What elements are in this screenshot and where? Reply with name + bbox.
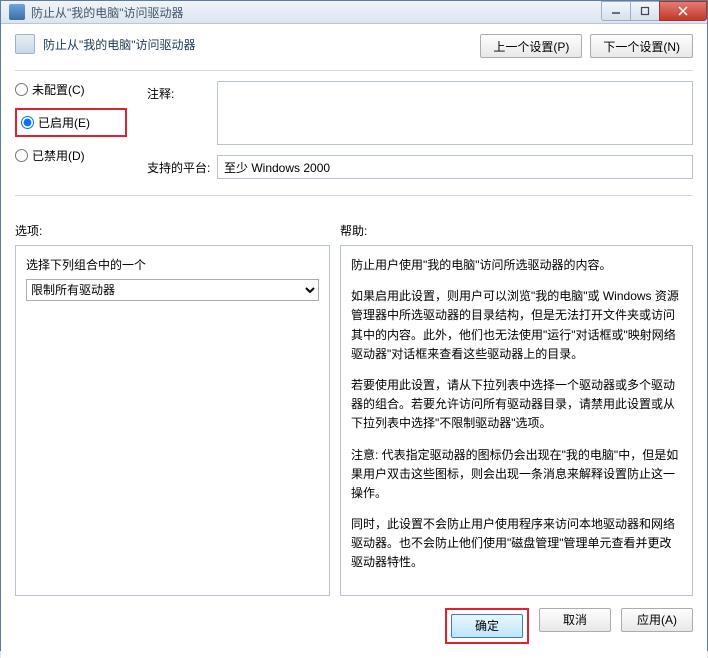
radio-not-configured-input[interactable] — [15, 83, 28, 96]
help-panel[interactable]: 防止用户使用"我的电脑"访问所选驱动器的内容。 如果启用此设置，则用户可以浏览"… — [340, 245, 693, 596]
ok-highlight: 确定 — [445, 608, 529, 644]
options-panel: 选择下列组合中的一个 限制所有驱动器 — [15, 245, 330, 596]
config-area: 未配置(C) 已启用(E) 已禁用(D) 注释: — [15, 81, 693, 189]
content-area: 防止从"我的电脑"访问驱动器 上一个设置(P) 下一个设置(N) 未配置(C) … — [1, 24, 707, 658]
combo-label: 选择下列组合中的一个 — [26, 256, 319, 273]
fields-column: 注释: 支持的平台: 至少 Windows 2000 — [147, 81, 693, 189]
header-row: 防止从"我的电脑"访问驱动器 上一个设置(P) 下一个设置(N) — [15, 34, 693, 58]
help-text: 注意: 代表指定驱动器的图标仍会出现在"我的电脑"中，但是如果用户双击这些图标，… — [351, 446, 682, 504]
radio-disabled-input[interactable] — [15, 149, 28, 162]
radio-enabled[interactable]: 已启用(E) — [21, 114, 125, 131]
prev-setting-button[interactable]: 上一个设置(P) — [480, 34, 582, 58]
panels: 选择下列组合中的一个 限制所有驱动器 防止用户使用"我的电脑"访问所选驱动器的内… — [15, 245, 693, 596]
comment-row: 注释: — [147, 81, 693, 145]
radio-column: 未配置(C) 已启用(E) 已禁用(D) — [15, 81, 127, 189]
help-text: 若要使用此设置，请从下拉列表中选择一个驱动器或多个驱动器的组合。若要允许访问所有… — [351, 376, 682, 434]
platform-row: 支持的平台: 至少 Windows 2000 — [147, 155, 693, 179]
divider — [15, 70, 693, 71]
titlebar[interactable]: 防止从"我的电脑"访问驱动器 — [1, 1, 707, 24]
radio-not-configured-label: 未配置(C) — [32, 81, 85, 98]
close-button[interactable] — [659, 1, 707, 21]
comment-label: 注释: — [147, 81, 217, 145]
window-controls — [602, 1, 707, 23]
cancel-button[interactable]: 取消 — [539, 608, 611, 632]
next-setting-button[interactable]: 下一个设置(N) — [590, 34, 693, 58]
options-label: 选项: — [15, 222, 340, 239]
help-text: 同时，此设置不会防止用户使用程序来访问本地驱动器和网络驱动器。也不会防止他们使用… — [351, 515, 682, 573]
window: 防止从"我的电脑"访问驱动器 防止从"我的电脑"访问驱动器 上一个设置(P) 下… — [0, 0, 708, 651]
app-icon — [9, 4, 25, 20]
section-labels: 选项: 帮助: — [15, 222, 693, 239]
apply-button[interactable]: 应用(A) — [621, 608, 693, 632]
window-title: 防止从"我的电脑"访问驱动器 — [31, 4, 602, 21]
divider-2 — [15, 195, 693, 196]
help-label: 帮助: — [340, 222, 367, 239]
maximize-button[interactable] — [630, 1, 660, 21]
help-text: 如果启用此设置，则用户可以浏览"我的电脑"或 Windows 资源管理器中所选驱… — [351, 287, 682, 364]
help-text: 防止用户使用"我的电脑"访问所选驱动器的内容。 — [351, 256, 682, 275]
comment-input[interactable] — [217, 81, 693, 145]
radio-disabled[interactable]: 已禁用(D) — [15, 147, 127, 164]
footer: 确定 取消 应用(A) — [15, 596, 693, 644]
ok-button[interactable]: 确定 — [451, 614, 523, 638]
nav-buttons: 上一个设置(P) 下一个设置(N) — [480, 34, 693, 58]
policy-icon — [15, 34, 35, 54]
page-title: 防止从"我的电脑"访问驱动器 — [43, 34, 480, 53]
drive-combo[interactable]: 限制所有驱动器 — [26, 279, 319, 301]
minimize-button[interactable] — [601, 1, 631, 21]
radio-disabled-label: 已禁用(D) — [32, 147, 85, 164]
radio-not-configured[interactable]: 未配置(C) — [15, 81, 127, 98]
radio-enabled-input[interactable] — [21, 116, 34, 129]
platform-value: 至少 Windows 2000 — [217, 155, 693, 179]
platform-label: 支持的平台: — [147, 155, 217, 179]
radio-enabled-label: 已启用(E) — [38, 114, 90, 131]
radio-enabled-highlight: 已启用(E) — [15, 108, 127, 137]
